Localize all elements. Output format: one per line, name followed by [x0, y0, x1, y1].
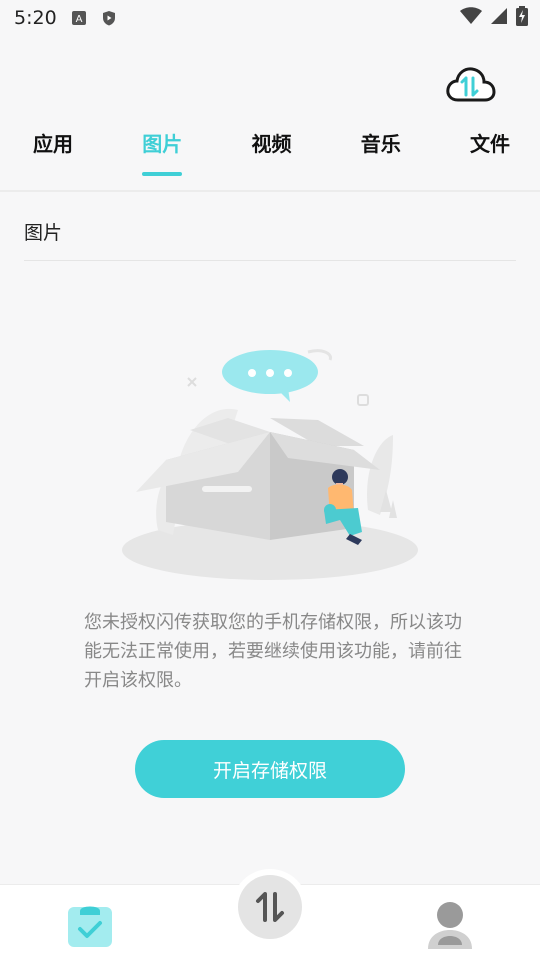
- tab-label: 应用: [33, 132, 73, 156]
- cloud-transfer-button[interactable]: [444, 64, 496, 108]
- tab-label: 音乐: [360, 132, 401, 156]
- empty-box-illustration: [122, 349, 418, 580]
- tab-videos[interactable]: 视频: [252, 114, 292, 178]
- a-badge-icon: A: [71, 11, 86, 25]
- tab-label: 视频: [251, 132, 292, 156]
- tab-apps[interactable]: 应用: [33, 114, 73, 178]
- tab-label: 图片: [142, 132, 183, 156]
- tab-label: 文件: [470, 132, 510, 156]
- tab-music[interactable]: 音乐: [361, 114, 401, 178]
- status-bar: 5:20 A: [0, 0, 540, 36]
- clipboard-check-icon: [68, 906, 112, 947]
- cloud-transfer-icon: [446, 67, 496, 102]
- section-divider: [24, 260, 516, 261]
- tabs-divider: [0, 190, 540, 192]
- section-title: 图片: [24, 222, 63, 244]
- nav-transfer-button[interactable]: [238, 875, 302, 939]
- signal-icon: [491, 8, 507, 24]
- shield-play-icon: [102, 11, 115, 26]
- transfer-arrows-icon: [256, 892, 284, 922]
- tab-files[interactable]: 文件: [470, 114, 510, 178]
- svg-text:A: A: [75, 14, 82, 25]
- nav-tasks-button[interactable]: [66, 901, 114, 949]
- user-profile-icon: [428, 902, 472, 949]
- bottom-nav: [0, 875, 540, 961]
- tab-bar: 应用 图片 视频 音乐 文件: [0, 114, 540, 178]
- nav-profile-button[interactable]: [426, 899, 474, 949]
- enable-storage-permission-button[interactable]: 开启存储权限: [135, 740, 405, 798]
- status-time: 5:20: [14, 7, 57, 29]
- button-label: 开启存储权限: [212, 759, 327, 782]
- wifi-icon: [460, 7, 482, 24]
- tab-pictures[interactable]: 图片: [142, 114, 183, 178]
- permission-message: 您未授权闪传获取您的手机存储权限，所以该功能无法正常使用，若要继续使用该功能，请…: [84, 612, 462, 691]
- battery-charging-icon: [516, 6, 528, 26]
